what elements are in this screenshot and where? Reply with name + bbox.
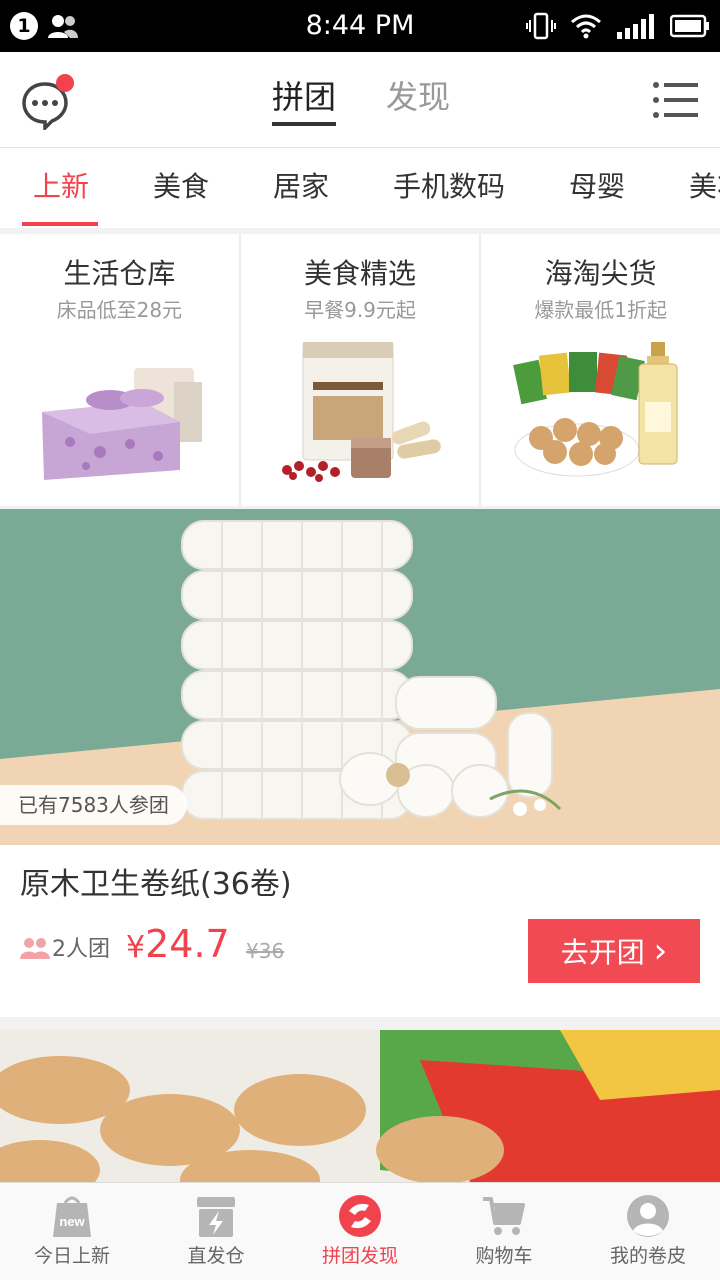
list-menu-icon[interactable] <box>652 80 698 120</box>
category-bar: 上新 美食 居家 手机数码 母婴 美妆 <box>0 148 720 228</box>
panel-title: 海淘尖货 <box>544 257 657 290</box>
panel-food-selection[interactable]: 美食精选 早餐9.9元起 <box>241 234 482 506</box>
battery-icon <box>670 14 709 38</box>
group-discover-icon <box>339 1195 381 1237</box>
group-size: 2人团 <box>52 937 110 962</box>
breakfast-powder-image <box>281 342 441 482</box>
snacks-perfume-image <box>513 342 678 477</box>
status-bar: 1 8:44 PM <box>0 0 720 52</box>
product-image <box>0 1030 720 1182</box>
group-people-icon <box>20 938 50 959</box>
active-tab-indicator <box>272 122 336 126</box>
category-baby[interactable]: 母婴 <box>569 170 625 204</box>
group-price: ¥24.7 <box>126 921 230 971</box>
tab-my-account[interactable]: 我的卷皮 <box>576 1183 720 1280</box>
next-product-card[interactable] <box>0 1030 720 1182</box>
bottom-tab-bar: new 今日上新 直发仓 拼团发现 购物车 我的卷皮 <box>0 1182 720 1280</box>
tab-discover[interactable]: 发现 <box>386 76 450 118</box>
category-food[interactable]: 美食 <box>153 170 209 204</box>
product-title[interactable]: 原木卫生卷纸(36卷) <box>20 865 292 905</box>
chevron-right-icon: › <box>653 931 668 971</box>
panel-title: 美食精选 <box>304 257 417 290</box>
tab-group-discover[interactable]: 拼团发现 <box>288 1183 432 1280</box>
tab-label: 购物车 <box>475 1245 533 1267</box>
category-indicator <box>22 222 98 226</box>
top-navigation: 拼团 发现 <box>0 52 720 148</box>
original-price: ¥36 <box>246 939 285 963</box>
tab-direct-warehouse[interactable]: 直发仓 <box>144 1183 288 1280</box>
panel-subtitle: 床品低至28元 <box>56 298 183 322</box>
signal-icon <box>617 14 654 39</box>
category-beauty[interactable]: 美妆 <box>689 170 720 204</box>
tab-label: 今日上新 <box>33 1245 110 1267</box>
bed-image <box>42 368 202 480</box>
cart-icon <box>483 1197 525 1235</box>
panel-living-warehouse[interactable]: 生活仓库 床品低至28元 <box>0 234 241 506</box>
vibrate-icon <box>526 12 556 40</box>
lightning-box-icon <box>197 1197 235 1237</box>
messages-button[interactable] <box>20 74 76 130</box>
wifi-icon <box>571 14 601 39</box>
panel-subtitle: 早餐9.9元起 <box>304 298 416 322</box>
tab-today-new[interactable]: new 今日上新 <box>0 1183 144 1280</box>
feature-panels: 生活仓库 床品低至28元 美食精选 早餐9.9元起 海淘尖货 爆款最低1折起 <box>0 234 720 506</box>
start-group-label: 去开团 <box>560 936 645 969</box>
tab-label: 拼团发现 <box>321 1245 398 1267</box>
category-home[interactable]: 居家 <box>273 170 329 204</box>
participants-badge: 已有7583人参团 <box>0 785 187 825</box>
tab-label: 直发仓 <box>187 1245 245 1267</box>
product-card[interactable]: 已有7583人参团 原木卫生卷纸(36卷) 2人团 ¥24.7 ¥36 去开团 … <box>0 509 720 1017</box>
currency-symbol: ¥ <box>126 930 146 965</box>
panel-overseas-goods[interactable]: 海淘尖货 爆款最低1折起 <box>481 234 720 506</box>
panel-subtitle: 爆款最低1折起 <box>534 298 668 322</box>
category-new[interactable]: 上新 <box>33 170 89 204</box>
tab-cart[interactable]: 购物车 <box>432 1183 576 1280</box>
category-digital[interactable]: 手机数码 <box>393 170 505 204</box>
new-bag-icon: new <box>53 1196 91 1237</box>
user-avatar-icon <box>627 1195 669 1237</box>
new-badge-text: new <box>59 1214 85 1229</box>
tab-pintuan[interactable]: 拼团 <box>272 76 336 118</box>
tab-label: 我的卷皮 <box>609 1245 686 1267</box>
start-group-button[interactable]: 去开团 › <box>528 919 700 983</box>
panel-title: 生活仓库 <box>63 257 176 290</box>
price-value: 24.7 <box>145 922 230 966</box>
unread-dot <box>56 74 74 92</box>
